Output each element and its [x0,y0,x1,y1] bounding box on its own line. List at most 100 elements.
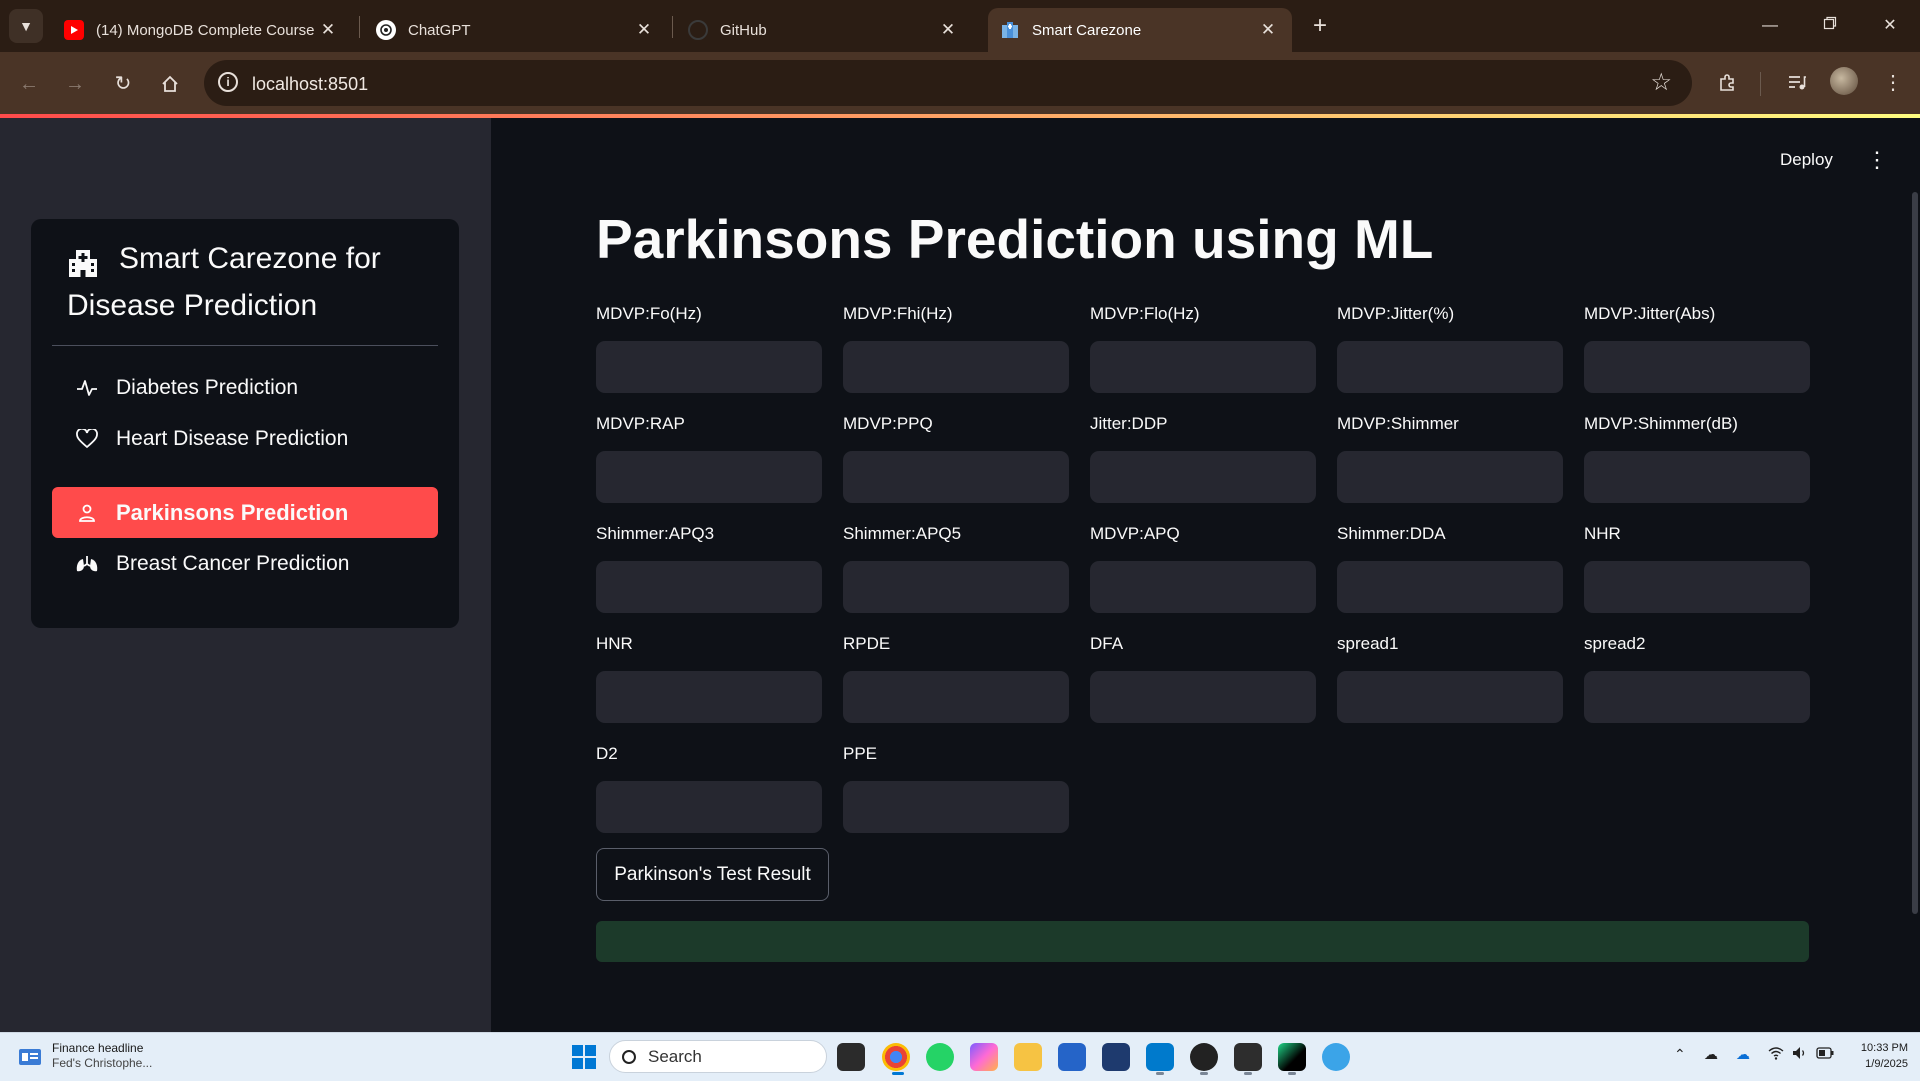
field-label: Shimmer:DDA [1337,524,1446,543]
running-app-indicator [1288,1072,1296,1075]
news-widget[interactable]: Finance headline Fed's Christophe... [18,1041,152,1071]
zoom-app-icon[interactable] [1322,1043,1350,1071]
input-mdvp-shimmer[interactable] [1337,451,1563,503]
input-dfa[interactable] [1090,671,1316,723]
close-window-icon[interactable]: ✕ [1870,10,1910,42]
menu-item-label: Diabetes Prediction [116,375,299,399]
taskbar: Finance headline Fed's Christophe... [0,1032,1920,1081]
field-label: RPDE [843,634,891,653]
input-mdvp-ppq[interactable] [843,451,1069,503]
scrollbar[interactable] [1912,192,1918,914]
onedrive-icon[interactable]: ☁ [1736,1046,1750,1063]
input-mdvp-shimmer-db[interactable] [1584,451,1810,503]
input-spread1[interactable] [1337,671,1563,723]
battery-icon[interactable] [1816,1046,1834,1062]
tab-chatgpt[interactable]: ChatGPT ✕ [364,8,668,52]
whatsapp-icon[interactable] [926,1043,954,1071]
input-rpde[interactable] [843,671,1069,723]
input-shimmer-dda[interactable] [1337,561,1563,613]
address-bar[interactable]: i localhost:8501 ☆ [204,60,1692,106]
volume-icon[interactable] [1792,1046,1808,1063]
input-mdvp-fhi-hz[interactable] [843,341,1069,393]
taskbar-search[interactable]: Search [609,1040,827,1073]
close-tab-icon[interactable]: ✕ [316,20,340,40]
profile-avatar[interactable] [1830,67,1858,95]
news-headline: Finance headline [52,1041,144,1055]
sql-server-icon[interactable] [1102,1043,1130,1071]
media-player-icon[interactable] [1190,1043,1218,1071]
github-icon [688,20,708,40]
browser-toolbar: ← → ↻ i localhost:8501 ☆ ⋮ [0,52,1920,114]
wifi-icon[interactable] [1768,1046,1784,1063]
bookmark-star-icon[interactable]: ☆ [1650,68,1672,97]
menu-title-line2: Disease Prediction [67,289,318,322]
menu-title-line1: Smart Carezone for [119,242,381,275]
menu-item-label: Heart Disease Prediction [116,426,349,450]
field-label: spread1 [1337,634,1399,653]
news-icon [19,1049,41,1065]
copilot-icon[interactable] [970,1043,998,1071]
task-view-icon[interactable] [837,1043,865,1071]
deploy-button[interactable]: Deploy [1780,150,1833,170]
input-mdvp-fo-hz[interactable] [596,341,822,393]
input-mdvp-jitter-abs[interactable] [1584,341,1810,393]
field-dfa: DFA [1090,632,1316,723]
input-mdvp-jitter[interactable] [1337,341,1563,393]
forward-arrow-icon[interactable]: → [58,67,92,101]
new-tab-button[interactable]: + [1306,12,1334,40]
chevron-down-icon: ▼ [19,18,33,34]
back-arrow-icon[interactable]: ← [12,67,46,101]
tab-title: (14) MongoDB Complete Course T [96,21,316,39]
field-mdvp-rap: MDVP:RAP [596,412,822,503]
field-mdvp-fhi-hz: MDVP:Fhi(Hz) [843,302,1069,393]
minimize-icon[interactable]: — [1750,10,1790,42]
app-menu-icon[interactable]: ⋮ [1866,149,1888,172]
terminal-icon[interactable] [1234,1043,1262,1071]
input-mdvp-flo-hz[interactable] [1090,341,1316,393]
input-d2[interactable] [596,781,822,833]
tab-smart-carezone[interactable]: Smart Carezone ✕ [988,8,1292,52]
input-shimmer-apq5[interactable] [843,561,1069,613]
input-mdvp-apq[interactable] [1090,561,1316,613]
close-tab-icon[interactable]: ✕ [1256,20,1280,40]
menu-item-heart-disease[interactable]: Heart Disease Prediction [52,413,438,464]
windows-start-icon[interactable] [572,1045,596,1069]
chrome-icon[interactable] [882,1043,910,1071]
media-controls-icon[interactable] [1780,66,1814,100]
input-hnr[interactable] [596,671,822,723]
pycharm-icon[interactable] [1278,1043,1306,1071]
input-ppe[interactable] [843,781,1069,833]
site-info-icon[interactable]: i [218,72,238,92]
tab-mongodb[interactable]: (14) MongoDB Complete Course T ✕ [52,8,352,52]
tab-title: Smart Carezone [1032,21,1142,39]
input-nhr[interactable] [1584,561,1810,613]
tab-search-button[interactable]: ▼ [9,9,43,43]
field-mdvp-shimmer: MDVP:Shimmer [1337,412,1563,503]
close-tab-icon[interactable]: ✕ [936,20,960,40]
extensions-icon[interactable] [1710,66,1744,100]
microsoft-store-icon[interactable] [1058,1043,1086,1071]
close-tab-icon[interactable]: ✕ [632,20,656,40]
chrome-menu-icon[interactable]: ⋮ [1876,66,1910,100]
home-icon[interactable] [153,67,187,101]
reload-icon[interactable]: ↻ [106,67,140,101]
restore-icon[interactable] [1810,10,1850,42]
input-shimmer-apq3[interactable] [596,561,822,613]
vscode-icon[interactable] [1146,1043,1174,1071]
input-mdvp-rap[interactable] [596,451,822,503]
test-result-button[interactable]: Parkinson's Test Result [596,848,829,901]
menu-item-diabetes[interactable]: Diabetes Prediction [52,362,438,413]
show-hidden-icons-icon[interactable]: ⌃ [1674,1046,1686,1063]
input-jitter-ddp[interactable] [1090,451,1316,503]
cloud-icon[interactable]: ☁ [1704,1046,1718,1063]
input-spread2[interactable] [1584,671,1810,723]
tab-github[interactable]: GitHub ✕ [676,8,972,52]
system-clock[interactable]: 10:33 PM 1/9/2025 [1852,1040,1908,1072]
field-label: D2 [596,744,618,763]
menu-item-breast-cancer[interactable]: Breast Cancer Prediction [52,538,438,589]
result-success-box [596,921,1809,962]
field-label: MDVP:Flo(Hz) [1090,304,1200,323]
file-explorer-icon[interactable] [1014,1043,1042,1071]
menu-item-parkinsons[interactable]: Parkinsons Prediction [52,487,438,538]
running-app-indicator [1244,1072,1252,1075]
